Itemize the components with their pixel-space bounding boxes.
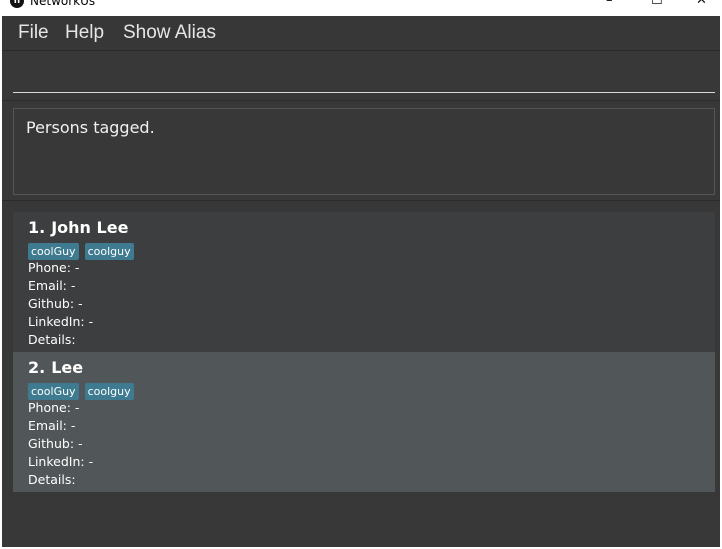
result-display: Persons tagged. [13, 108, 715, 195]
person-index: 2. [28, 358, 46, 377]
person-list[interactable]: 1. John Lee coolGuy coolguy Phone: - Email… [13, 212, 715, 492]
email-field: Email: - [28, 278, 76, 293]
person-card[interactable]: 1. John Lee coolGuy coolguy Phone: - Email… [13, 212, 715, 352]
maximize-icon[interactable]: ☐ [651, 0, 663, 8]
tag-badge: coolGuy [28, 383, 79, 400]
person-name-text: Lee [51, 358, 84, 377]
command-input[interactable] [13, 53, 715, 93]
close-icon[interactable]: ✕ [696, 0, 707, 8]
person-card[interactable]: 2. Lee coolGuy coolguy Phone: - Email: - G… [13, 352, 715, 492]
linkedin-field: LinkedIn: - [28, 314, 94, 329]
tag-list: coolGuy coolguy [28, 240, 715, 260]
menu-bar: File Help Show Alias [2, 16, 720, 51]
divider [2, 200, 720, 201]
tag-badge: coolguy [84, 243, 134, 260]
command-box [2, 51, 720, 101]
details-field: Details: [28, 332, 76, 347]
email-field: Email: - [28, 418, 76, 433]
person-name: 2. Lee [28, 358, 715, 378]
window-title: NetworkUs [30, 0, 96, 8]
linkedin-field: LinkedIn: - [28, 454, 94, 469]
tag-badge: coolGuy [28, 243, 79, 260]
divider [2, 100, 720, 101]
menu-show-alias[interactable]: Show Alias [123, 21, 216, 45]
title-bar: n NetworkUs – ☐ ✕ [0, 0, 722, 16]
person-name: 1. John Lee [28, 218, 715, 238]
menu-help[interactable]: Help [65, 21, 104, 45]
phone-field: Phone: - [28, 400, 80, 415]
minimize-icon[interactable]: – [606, 0, 613, 8]
tag-list: coolGuy coolguy [28, 380, 715, 400]
result-message: Persons tagged. [26, 118, 155, 137]
person-index: 1. [28, 218, 46, 237]
app-logo-icon: n [10, 0, 24, 8]
github-field: Github: - [28, 296, 83, 311]
phone-field: Phone: - [28, 260, 80, 275]
main-window: File Help Show Alias Persons tagged. 1. J… [2, 16, 720, 547]
menu-file[interactable]: File [18, 21, 49, 45]
github-field: Github: - [28, 436, 83, 451]
details-field: Details: [28, 472, 76, 487]
person-name-text: John Lee [51, 218, 129, 237]
tag-badge: coolguy [84, 383, 134, 400]
